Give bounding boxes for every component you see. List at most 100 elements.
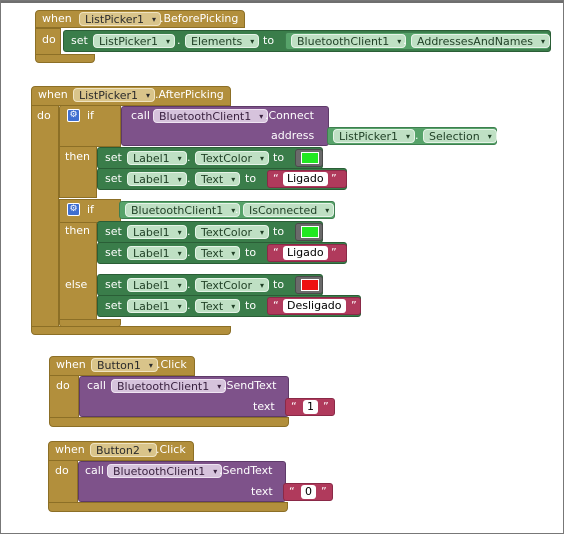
chevron-down-icon: ▾ — [145, 91, 150, 100]
quote-close: ” — [331, 172, 337, 185]
call-component-dropdown[interactable]: BluetoothClient1 ▾ — [111, 379, 227, 393]
label-component-dropdown[interactable]: Label1 ▾ — [127, 246, 187, 260]
property-dropdown[interactable]: TextColor ▾ — [195, 225, 269, 239]
call-component-dropdown[interactable]: BluetoothClient1 ▾ — [107, 464, 223, 478]
color-swatch[interactable] — [301, 152, 319, 164]
text-value-field[interactable]: Ligado — [283, 172, 328, 186]
to-keyword: to — [273, 225, 285, 238]
text-value-field[interactable]: 1 — [303, 400, 318, 414]
dot-separator: . — [177, 34, 181, 47]
property-dropdown[interactable]: TextColor ▾ — [195, 278, 269, 292]
when-keyword: when — [38, 88, 68, 101]
gear-icon[interactable]: ⚙ — [67, 109, 80, 122]
text-param-label: text — [253, 400, 275, 413]
when-keyword: when — [56, 358, 86, 371]
property-dropdown[interactable]: IsConnected ▾ — [243, 203, 335, 217]
set-keyword: set — [105, 278, 122, 291]
address-param-label: address — [271, 129, 315, 142]
method-name: .Connect — [265, 109, 314, 122]
chevron-down-icon: ▾ — [325, 206, 330, 215]
quote-close: ” — [321, 485, 327, 498]
call-component-dropdown[interactable]: BluetoothClient1 ▾ — [153, 109, 269, 123]
quote-close: ” — [323, 400, 329, 413]
call-keyword: call — [87, 379, 106, 392]
chevron-down-icon: ▾ — [259, 154, 264, 163]
source-property-dropdown[interactable]: AddressesAndNames ▾ — [411, 34, 550, 48]
set-keyword: set — [105, 151, 122, 164]
call-keyword: call — [131, 109, 150, 122]
chevron-down-icon: ▾ — [151, 15, 156, 24]
component-dropdown[interactable]: Button1 ▾ — [91, 358, 158, 372]
method-name: .SendText — [223, 379, 277, 392]
property-dropdown[interactable]: Text ▾ — [195, 246, 241, 260]
label-component-dropdown[interactable]: Label1 ▾ — [127, 172, 187, 186]
chevron-down-icon: ▾ — [148, 361, 153, 370]
chevron-down-icon: ▾ — [177, 228, 182, 237]
component-dropdown[interactable]: Button2 ▾ — [90, 443, 157, 457]
quote-open: “ — [273, 299, 279, 312]
to-keyword: to — [245, 299, 257, 312]
source-component-dropdown[interactable]: BluetoothClient1 ▾ — [291, 34, 407, 48]
dot-separator: . — [415, 129, 419, 142]
label-component-dropdown[interactable]: Label1 ▾ — [127, 278, 187, 292]
dot-separator: . — [187, 299, 191, 312]
call-keyword: call — [85, 464, 104, 477]
dot-separator: . — [187, 246, 191, 259]
chevron-down-icon: ▾ — [177, 302, 182, 311]
target-component-dropdown[interactable]: ListPicker1 ▾ — [93, 34, 175, 48]
property-dropdown[interactable]: TextColor ▾ — [195, 151, 269, 165]
color-swatch[interactable] — [301, 279, 319, 291]
label-component-dropdown[interactable]: Label1 ▾ — [127, 151, 187, 165]
dot-separator: . — [187, 151, 191, 164]
quote-close: ” — [351, 299, 357, 312]
label-component-dropdown[interactable]: Label1 ▾ — [127, 299, 187, 313]
blocks-workspace[interactable]: when ListPicker1 ▾ .BeforePicking do set … — [0, 0, 564, 534]
quote-open: “ — [273, 246, 279, 259]
else-keyword: else — [65, 278, 88, 291]
set-keyword: set — [105, 172, 122, 185]
do-keyword: do — [55, 464, 69, 477]
set-keyword: set — [105, 225, 122, 238]
dot-separator: . — [187, 172, 191, 185]
dot-separator: . — [403, 34, 407, 47]
property-dropdown[interactable]: Elements ▾ — [185, 34, 260, 48]
chevron-down-icon: ▾ — [231, 302, 236, 311]
component-dropdown[interactable]: ListPicker1 ▾ — [79, 12, 161, 26]
component-dropdown[interactable]: BluetoothClient1 ▾ — [125, 203, 241, 217]
gear-icon[interactable]: ⚙ — [67, 203, 80, 216]
set-keyword: set — [71, 34, 88, 47]
component-dropdown[interactable]: ListPicker1 ▾ — [73, 88, 155, 102]
workspace-top-border — [1, 1, 563, 3]
chevron-down-icon: ▾ — [250, 37, 255, 46]
property-dropdown[interactable]: Text ▾ — [195, 172, 241, 186]
when-keyword: when — [55, 443, 85, 456]
arg-property-dropdown[interactable]: Selection ▾ — [423, 129, 497, 143]
set-keyword: set — [105, 299, 122, 312]
label-component-dropdown[interactable]: Label1 ▾ — [127, 225, 187, 239]
text-value-field[interactable]: 0 — [301, 485, 316, 499]
to-keyword: to — [245, 246, 257, 259]
do-keyword: do — [56, 379, 70, 392]
chevron-down-icon: ▾ — [405, 132, 410, 141]
chevron-down-icon: ▾ — [177, 249, 182, 258]
chevron-down-icon: ▾ — [259, 112, 264, 121]
to-keyword: to — [245, 172, 257, 185]
set-keyword: set — [105, 246, 122, 259]
event-footer — [35, 54, 95, 63]
chevron-down-icon: ▾ — [231, 249, 236, 258]
color-swatch[interactable] — [301, 226, 319, 238]
chevron-down-icon: ▾ — [231, 175, 236, 184]
event-footer — [49, 417, 289, 427]
quote-close: ” — [331, 246, 337, 259]
property-dropdown[interactable]: Text ▾ — [195, 299, 241, 313]
quote-open: “ — [289, 485, 295, 498]
text-value-field[interactable]: Desligado — [283, 299, 346, 313]
to-keyword: to — [263, 34, 275, 47]
dot-separator: . — [187, 225, 191, 238]
arg-component-dropdown[interactable]: ListPicker1 ▾ — [333, 129, 415, 143]
do-keyword: do — [42, 33, 56, 46]
dot-separator: . — [187, 278, 191, 291]
then-keyword: then — [65, 150, 91, 163]
when-keyword: when — [42, 12, 72, 25]
text-value-field[interactable]: Ligado — [283, 246, 328, 260]
